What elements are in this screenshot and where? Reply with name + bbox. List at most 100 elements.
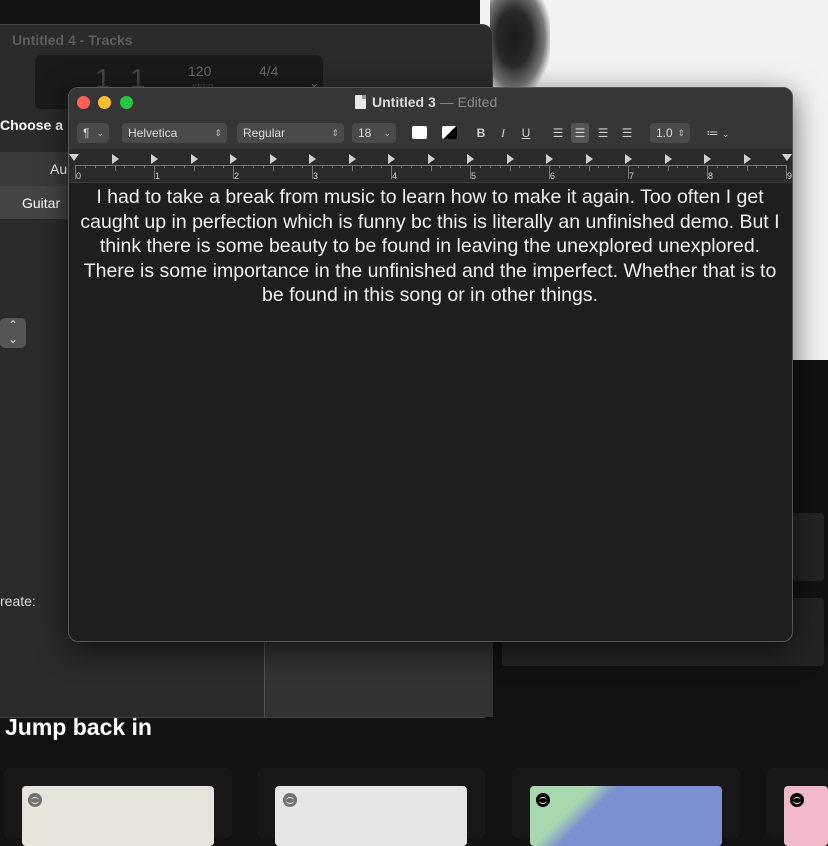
stepper-control[interactable]: ⌃ ⌄ xyxy=(0,318,26,348)
ruler-number: 4 xyxy=(392,171,398,181)
tab-stop-marker[interactable] xyxy=(585,154,593,164)
ruler-tick xyxy=(657,165,659,168)
ruler-tick xyxy=(173,165,175,168)
ruler-tick xyxy=(400,165,402,168)
ruler-tick xyxy=(479,165,481,168)
ruler-number: 2 xyxy=(234,171,240,181)
tab-stop-marker[interactable] xyxy=(664,154,672,164)
tab-stop-marker[interactable] xyxy=(506,154,514,164)
align-left-icon[interactable]: ☰ xyxy=(549,123,567,143)
font-style-value: Regular xyxy=(243,126,286,140)
ruler-tick xyxy=(736,165,738,168)
tab-stop-marker[interactable] xyxy=(546,154,553,164)
audio-button[interactable]: Au xyxy=(50,161,67,177)
tab-stop-marker[interactable] xyxy=(743,154,751,164)
ruler-tick xyxy=(697,165,699,168)
document-body[interactable]: I had to take a break from music to lear… xyxy=(73,185,787,308)
line-spacing-popup[interactable]: 1.0 ⇕ xyxy=(650,123,690,143)
font-size-combo[interactable]: 18 ⌄ xyxy=(352,123,396,143)
ruler-tick xyxy=(489,165,491,168)
zoom-button[interactable] xyxy=(120,96,133,109)
ruler-tick xyxy=(321,165,323,168)
ruler[interactable]: 0 1 2 3 4 5 6 7 8 9 xyxy=(69,149,792,183)
titlebar[interactable]: Untitled 3 — Edited xyxy=(69,88,792,119)
paragraph-style-popup[interactable]: ¶ ⌄ xyxy=(77,123,109,143)
tab-stop-marker[interactable] xyxy=(230,154,237,164)
chooser-label: Choose a xyxy=(0,117,64,133)
ruler-tick xyxy=(598,165,600,168)
updown-chevron-icon: ⇕ xyxy=(331,128,339,138)
spotify-card[interactable] xyxy=(4,768,232,846)
ruler-tick xyxy=(578,165,580,168)
title-separator: — xyxy=(439,94,454,110)
ruler-tick xyxy=(183,165,185,168)
spotify-icon xyxy=(790,793,804,807)
right-margin-marker[interactable] xyxy=(782,154,792,161)
spotify-card[interactable] xyxy=(257,768,485,846)
ruler-tick xyxy=(272,165,274,171)
font-style-popup[interactable]: Regular ⇕ xyxy=(237,123,344,143)
text-color-well[interactable] xyxy=(412,126,427,139)
ruler-number: 8 xyxy=(708,171,714,181)
brush-stroke xyxy=(490,0,550,95)
list-bullets-icon[interactable]: ≔ ⌄ xyxy=(703,123,733,143)
font-size-value: 18 xyxy=(358,126,372,140)
ruler-tick xyxy=(371,165,373,168)
minimize-button[interactable] xyxy=(98,96,111,109)
tab-stop-marker[interactable] xyxy=(111,154,119,164)
italic-button[interactable]: I xyxy=(495,123,511,143)
ruler-tick xyxy=(203,165,205,168)
ruler-tick xyxy=(163,165,165,168)
spotify-icon xyxy=(536,793,550,807)
guitar-button[interactable]: Guitar xyxy=(22,195,60,211)
highlight-color-well[interactable] xyxy=(442,126,457,139)
ruler-tick xyxy=(410,165,412,168)
ruler-tick xyxy=(499,165,501,168)
tab-stop-marker[interactable] xyxy=(309,154,316,164)
create-label: reate: xyxy=(0,593,36,609)
ruler-tick xyxy=(450,165,452,168)
ruler-number: 5 xyxy=(471,171,477,181)
ruler-tick xyxy=(766,165,768,168)
ruler-tick xyxy=(104,165,106,168)
ruler-tick xyxy=(193,165,195,171)
window-title: Untitled 3 — Edited xyxy=(355,94,497,110)
ruler-tick xyxy=(776,165,778,168)
align-center-icon[interactable]: ☰ xyxy=(571,123,589,143)
tab-stop-marker[interactable] xyxy=(388,154,395,164)
ruler-tick xyxy=(242,165,244,168)
tab-stop-marker[interactable] xyxy=(269,154,277,164)
tab-stop-marker[interactable] xyxy=(625,154,632,164)
align-right-icon[interactable]: ☰ xyxy=(594,123,612,143)
align-justify-icon[interactable]: ☰ xyxy=(618,123,636,143)
tab-stop-marker[interactable] xyxy=(190,154,198,164)
font-family-popup[interactable]: Helvetica ⇕ xyxy=(122,123,227,143)
tab-stop-marker[interactable] xyxy=(348,154,356,164)
album-art xyxy=(275,786,467,846)
spotify-card[interactable] xyxy=(512,768,740,846)
ruler-tick xyxy=(509,165,511,171)
tab-stop-marker[interactable] xyxy=(704,154,711,164)
close-button[interactable] xyxy=(77,96,90,109)
section-title: Jump back in xyxy=(5,714,152,740)
ruler-tick xyxy=(746,165,748,171)
ruler-tick xyxy=(144,165,146,168)
ruler-number: 9 xyxy=(787,171,793,181)
bold-button[interactable]: B xyxy=(473,123,489,143)
updown-chevron-icon: ⇕ xyxy=(677,128,685,138)
ruler-tick xyxy=(430,165,432,171)
left-margin-marker[interactable] xyxy=(69,154,79,161)
tab-stop-marker[interactable] xyxy=(151,154,158,164)
ruler-tick xyxy=(134,165,136,168)
ruler-tick xyxy=(381,165,383,168)
ruler-tick xyxy=(529,165,531,168)
tab-stop-marker[interactable] xyxy=(467,154,474,164)
ruler-tick xyxy=(252,165,254,168)
ruler-tick xyxy=(302,165,304,168)
spotify-card[interactable] xyxy=(766,768,828,846)
ruler-tick xyxy=(213,165,215,168)
album-art xyxy=(22,786,214,846)
tab-stop-marker[interactable] xyxy=(427,154,435,164)
ruler-tick xyxy=(331,165,333,168)
underline-button[interactable]: U xyxy=(518,123,534,143)
